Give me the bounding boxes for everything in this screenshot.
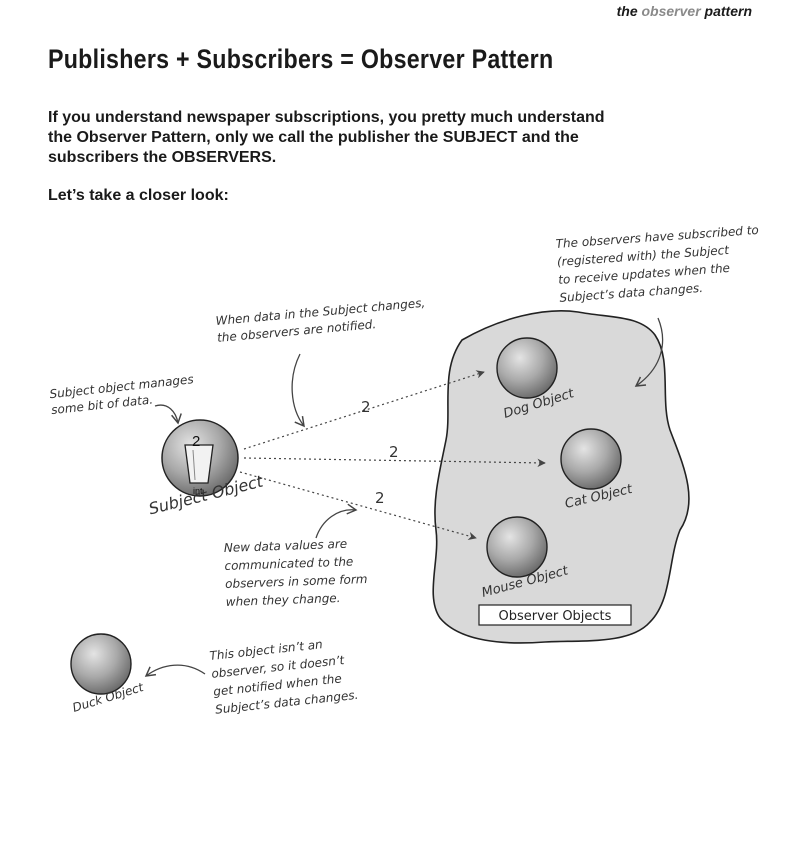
note-not-observer-arrow <box>144 664 206 677</box>
cat-observer <box>560 428 622 490</box>
note-data-changes-arrow <box>291 353 305 428</box>
subject-value: 2 <box>192 433 200 450</box>
observer-diagram: 2 2 2 2 int Subject Object Dog Object Ca… <box>49 223 759 717</box>
mouse-observer <box>486 516 548 578</box>
svg-text:communicated to the: communicated to the <box>224 554 353 572</box>
svg-text:when they change.: when they change. <box>226 591 341 609</box>
note-new-values-arrow <box>315 503 358 539</box>
message-value-mouse: 2 <box>375 489 385 507</box>
observer-group-blob <box>432 310 690 644</box>
note-subject-manages: Subject object manages some bit of data. <box>49 372 194 417</box>
svg-text:New data values are: New data values are <box>224 537 348 555</box>
note-subject-arrow <box>154 404 182 425</box>
note-data-changes: When data in the Subject changes, the ob… <box>215 296 426 345</box>
note-observers-subscribed: The observers have subscribed to (regist… <box>555 223 759 305</box>
note-new-values: New data values are communicated to the … <box>224 537 368 609</box>
observer-group-label: Observer Objects <box>499 609 612 624</box>
dog-observer <box>496 337 558 399</box>
message-value-dog: 2 <box>361 398 371 416</box>
note-not-observer: This object isn’t an observer, so it doe… <box>209 637 359 717</box>
cup-icon <box>184 444 214 484</box>
svg-text:observers in some form: observers in some form <box>225 572 368 591</box>
message-value-cat: 2 <box>389 443 399 461</box>
